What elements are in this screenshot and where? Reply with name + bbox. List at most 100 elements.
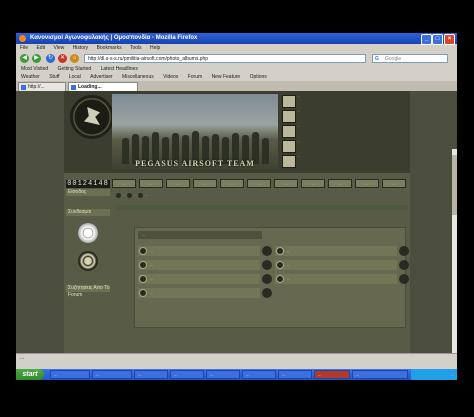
tab-1[interactable]: http://... [18, 82, 66, 91]
nav-button[interactable]: ... [328, 179, 352, 188]
nav-button[interactable]: ... [139, 179, 163, 188]
toolbar-item[interactable]: Options [250, 74, 267, 80]
page-icon [21, 85, 26, 90]
forum-row[interactable]: ... [275, 260, 409, 270]
bookmark-getting-started[interactable]: Getting Started [58, 66, 92, 72]
menu-history[interactable]: History [73, 45, 89, 51]
menu-file[interactable]: File [20, 45, 28, 51]
addon-toolbar: Weather Stuff Local Advertiser Miscellan… [16, 73, 457, 81]
login-text[interactable]: ... [66, 197, 110, 202]
status-icon [262, 246, 272, 256]
forum-icon [116, 192, 121, 198]
forum-row[interactable]: ... [138, 274, 272, 284]
forum-label[interactable]: ... [150, 246, 153, 256]
nav-button[interactable]: ... [382, 179, 406, 188]
menu-edit[interactable]: Edit [36, 45, 45, 51]
forum-icon [126, 192, 132, 198]
nav-button[interactable]: ... [301, 179, 325, 188]
google-icon: G [375, 56, 379, 62]
panel-title: ... [138, 231, 262, 239]
note-text: ... [297, 124, 300, 128]
forum-row[interactable]: ... [275, 274, 409, 284]
toolbar-item[interactable]: Stuff [49, 74, 59, 80]
site-nav: ... ... ... ... ... ... ... ... ... ... … [112, 179, 408, 188]
nav-button[interactable]: ... [274, 179, 298, 188]
menu-view[interactable]: View [53, 45, 64, 51]
bookmarks-toolbar: Most Visited Getting Started Latest Head… [16, 65, 457, 73]
bookmark-latest-headlines[interactable]: Latest Headlines [101, 66, 138, 72]
forum-row[interactable]: ... [138, 260, 272, 270]
back-button[interactable]: ◀ [20, 54, 29, 63]
taskbar-item[interactable]: ... [206, 370, 240, 379]
forum-label[interactable]: ... [287, 246, 290, 256]
stop-icon[interactable]: ✕ [58, 54, 67, 63]
taskbar-item[interactable]: ... [278, 370, 312, 379]
nav-button[interactable]: ... [247, 179, 271, 188]
browser-window: Κανονισμοί Αγωνοφυλακής | Ομοσπονδία - M… [16, 33, 457, 369]
emblem-image[interactable] [78, 251, 98, 271]
nav-button[interactable]: ... [355, 179, 379, 188]
note-icon [282, 155, 296, 168]
site-page: PEGASUS AIRSOFT TEAM ... ... ... ... ...… [64, 91, 410, 353]
toolbar-item[interactable]: Videos [163, 74, 178, 80]
forum-topics[interactable]: ... [66, 295, 110, 300]
toolbar-item[interactable]: Advertiser [90, 74, 113, 80]
bookmark-most-visited[interactable]: Most Visited [21, 66, 48, 72]
breadcrumb-item[interactable]: ... [145, 193, 148, 197]
address-bar[interactable]: http://dl.s-s-s.ru/pmilitia-airsoft.com/… [84, 54, 366, 63]
section-divider [116, 205, 408, 210]
forum-label[interactable]: ... [287, 274, 290, 284]
note-item: ... [282, 94, 408, 108]
forum-row[interactable]: ... [138, 246, 272, 256]
toolbar-item[interactable]: Miscellaneous [122, 74, 154, 80]
scrollbar-thumb[interactable] [452, 155, 457, 215]
tab-2[interactable]: Loading... [68, 82, 138, 91]
note-text: ... [297, 154, 300, 158]
note-text: ... [297, 94, 300, 98]
note-item: ... [282, 124, 408, 138]
note-icon [282, 140, 296, 153]
toolbar-item[interactable]: Forum [188, 74, 202, 80]
taskbar-item[interactable]: ... [134, 370, 168, 379]
nav-button[interactable]: ... [112, 179, 136, 188]
menu-tools[interactable]: Tools [130, 45, 142, 51]
vertical-scrollbar[interactable] [452, 149, 457, 353]
nav-button[interactable]: ... [220, 179, 244, 188]
forum-label[interactable]: ... [150, 274, 153, 284]
forum-row[interactable]: ... [138, 288, 272, 298]
nav-button[interactable]: ... [166, 179, 190, 188]
sidebar-heading-login: Είσοδος [66, 189, 110, 196]
breadcrumb-item[interactable]: ... [134, 193, 137, 197]
taskbar-item-active[interactable]: ... [314, 370, 350, 379]
forum-label[interactable]: ... [150, 260, 153, 270]
taskbar: start ... ... ... ... ... ... ... ... ..… [16, 369, 457, 380]
toolbar-item[interactable]: Local [69, 74, 81, 80]
news-notes: ... ... ... ... ... [282, 94, 408, 170]
menu-help[interactable]: Help [150, 45, 160, 51]
taskbar-item[interactable]: ... [92, 370, 132, 379]
forum-label[interactable]: ... [287, 260, 290, 270]
forum-icon [139, 289, 147, 297]
taskbar-item[interactable]: ... [242, 370, 276, 379]
toolbar-item[interactable]: Weather [21, 74, 40, 80]
taskbar-item[interactable]: ... [50, 370, 90, 379]
status-icon [399, 260, 409, 270]
toolbar-item[interactable]: New Feature [212, 74, 241, 80]
home-icon[interactable]: ⌂ [70, 54, 79, 63]
breadcrumb-item[interactable]: ... [123, 193, 126, 197]
forward-button[interactable]: ▶ [32, 54, 41, 63]
navigation-toolbar: ◀ ▶ ↻ ✕ ⌂ http://dl.s-s-s.ru/pmilitia-ai… [16, 52, 457, 65]
forum-label[interactable]: ... [150, 288, 153, 298]
taskbar-item[interactable]: ... [170, 370, 204, 379]
status-icon [262, 274, 272, 284]
taskbar-item[interactable]: ... [352, 370, 408, 379]
forum-icon [137, 192, 143, 198]
search-input[interactable]: G Google [372, 54, 448, 63]
emblem-image[interactable] [78, 223, 98, 243]
reload-icon[interactable]: ↻ [46, 54, 55, 63]
team-photo: PEGASUS AIRSOFT TEAM [112, 94, 278, 170]
forum-row[interactable]: ... [275, 246, 409, 256]
menu-bookmarks[interactable]: Bookmarks [97, 45, 122, 51]
nav-button[interactable]: ... [193, 179, 217, 188]
start-button[interactable]: start [16, 369, 44, 380]
